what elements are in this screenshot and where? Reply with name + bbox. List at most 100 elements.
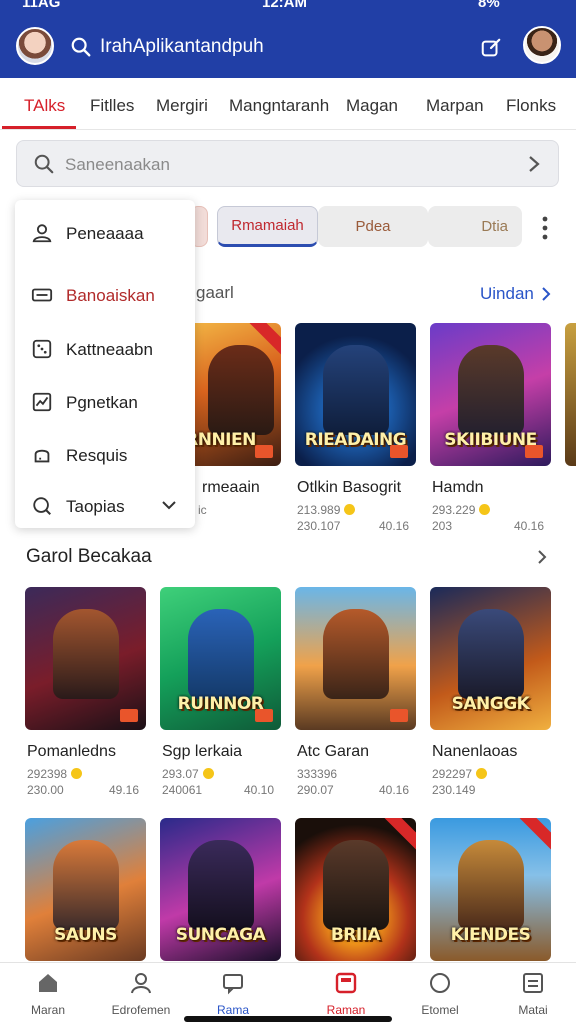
chevron-right-icon[interactable] bbox=[534, 548, 550, 566]
tab-magan[interactable]: Magan bbox=[346, 96, 398, 116]
tab-mergiri[interactable]: Mergiri bbox=[156, 96, 208, 116]
profile-avatar[interactable] bbox=[523, 26, 561, 64]
dice-icon bbox=[32, 339, 52, 359]
menu-item-label: Taopias bbox=[66, 497, 125, 516]
game-stat-primary: 292398 bbox=[27, 767, 83, 781]
menu-item-label: Resquis bbox=[66, 446, 128, 465]
chevron-right-icon[interactable] bbox=[524, 153, 544, 175]
menu-item-label: Banoaiskan bbox=[66, 286, 155, 305]
nav-label: Raman bbox=[326, 1003, 366, 1017]
nav-label: Etomel bbox=[421, 1003, 459, 1017]
menu-item-taopias[interactable]: Taopias bbox=[15, 485, 195, 525]
tab-marpan[interactable]: Marpan bbox=[426, 96, 484, 116]
nav-item-etomel[interactable]: Etomel bbox=[392, 963, 488, 1024]
game-stat-secondary: 240061 bbox=[162, 783, 203, 797]
menu-item-label: Peneaaaa bbox=[66, 224, 144, 243]
game-art-title: KIENDES bbox=[450, 925, 531, 945]
menu-item-peneaaaa[interactable]: Peneaaaa bbox=[15, 212, 195, 252]
menu-item-banoaiskan[interactable]: Banoaiskan bbox=[15, 274, 195, 314]
game-stat-tertiary: 40.16 bbox=[379, 519, 410, 533]
category-tabs: TAlks Fitlles Mergiri Mangntaranh Magan … bbox=[0, 82, 576, 130]
game-thumbnail: SKIIBIUNE bbox=[430, 323, 551, 466]
menu-item-resquis[interactable]: Resquis bbox=[15, 434, 195, 474]
nav-label: Matai bbox=[518, 1003, 548, 1017]
game-stat-secondary: 230.149 bbox=[432, 783, 476, 797]
status-indicators: 8% bbox=[478, 0, 500, 11]
game-stat-primary: 293.229 bbox=[432, 503, 491, 517]
more-options-icon[interactable] bbox=[541, 216, 549, 240]
status-bar: 11AG 12:AM 8% bbox=[0, 0, 576, 14]
game-stat-secondary: 230.00 bbox=[27, 783, 64, 797]
search-bar[interactable]: Saneenaakan bbox=[16, 140, 559, 187]
nav-item-home[interactable]: Maran bbox=[0, 963, 96, 1024]
game-name: Hamdn bbox=[432, 479, 484, 496]
filter-chip-3[interactable]: Pdea bbox=[318, 206, 428, 247]
chevron-right-icon[interactable] bbox=[538, 285, 554, 303]
search-icon[interactable] bbox=[70, 36, 92, 58]
tab-files[interactable]: Fitlles bbox=[90, 96, 134, 116]
nav-label: Rama bbox=[216, 1003, 249, 1017]
search-icon bbox=[33, 497, 51, 515]
game-thumbnail: SAUNS bbox=[25, 818, 146, 961]
filter-chip-4[interactable]: Dtia bbox=[428, 206, 522, 247]
game-art-title: SAUNS bbox=[54, 925, 117, 945]
app-title: IrahAplikantandpuh bbox=[100, 36, 264, 57]
home-indicator[interactable] bbox=[184, 1016, 392, 1022]
game-name: Atc Garan bbox=[297, 743, 370, 760]
card-icon bbox=[31, 288, 53, 302]
game-thumbnail: KIENDES bbox=[430, 818, 551, 961]
game-thumbnail bbox=[25, 587, 146, 730]
home-icon bbox=[39, 974, 57, 992]
search-icon bbox=[34, 154, 54, 174]
chevron-down-icon[interactable] bbox=[161, 497, 177, 513]
image-icon bbox=[32, 392, 52, 412]
game-name: Otlkin Basogrit bbox=[297, 479, 402, 496]
menu-item-label: Pgnetkan bbox=[66, 393, 138, 412]
active-tab-indicator bbox=[2, 126, 76, 129]
app-root: 11AG 12:AM 8% IrahAplikantandpuh TAlks F… bbox=[0, 0, 576, 1024]
nav-item-menu[interactable]: Matai bbox=[485, 963, 576, 1024]
circle-icon bbox=[430, 973, 450, 993]
section-title: Garol Becakaa bbox=[26, 546, 152, 567]
nav-label: Edrofemen bbox=[111, 1003, 171, 1017]
bell-icon bbox=[34, 449, 50, 463]
game-thumbnail: BRIIA bbox=[295, 818, 416, 961]
game-stat-secondary: 290.07 bbox=[297, 783, 334, 797]
see-all-link[interactable]: Uindan bbox=[480, 284, 534, 304]
game-art-title: BRIIA bbox=[330, 925, 381, 945]
search-placeholder: Saneenaakan bbox=[65, 155, 170, 174]
game-art-title: SUNCAGA bbox=[175, 925, 266, 945]
edit-icon[interactable] bbox=[480, 37, 502, 59]
game-stat-secondary: 203 bbox=[432, 519, 453, 533]
game-thumbnail: SANGGK bbox=[430, 587, 551, 730]
profile-icon bbox=[131, 973, 151, 994]
filter-chip-2[interactable]: Rmamaiah bbox=[217, 206, 318, 247]
menu-item-kattneaabn[interactable]: Kattneaabn bbox=[15, 328, 195, 368]
game-thumbnail: RIEADAING bbox=[295, 323, 416, 466]
game-thumbnail bbox=[565, 323, 576, 466]
menu-item-pgnetkan[interactable]: Pgnetkan bbox=[15, 381, 195, 421]
game-stat-tertiary: 49.16 bbox=[109, 783, 140, 797]
dropdown-menu: Peneaaaa Banoaiskan Kattneaabn Pgnetkan bbox=[15, 200, 195, 528]
game-stat-primary: 213.989 bbox=[297, 503, 356, 517]
game-name: Pomanledns bbox=[27, 743, 116, 760]
tab-talks[interactable]: TAlks bbox=[24, 96, 65, 116]
nav-item-store[interactable]: Raman bbox=[298, 963, 394, 1024]
user-icon bbox=[32, 224, 52, 243]
bottom-navigation: Maran Edrofemen Rama Raman Etomel Matai bbox=[0, 962, 576, 1024]
game-art-title: SANGGK bbox=[451, 694, 530, 714]
nav-item-chat[interactable]: Rama bbox=[185, 963, 281, 1024]
menu-item-label: Kattneaabn bbox=[66, 340, 153, 359]
game-name: Sgp lerkaia bbox=[162, 743, 243, 760]
nav-item-profile[interactable]: Edrofemen bbox=[93, 963, 189, 1024]
game-stat-tertiary: 40.16 bbox=[514, 519, 545, 533]
game-stat-tertiary: 40.10 bbox=[244, 783, 275, 797]
game-stat-secondary: 230.107 bbox=[297, 519, 341, 533]
game-thumbnail bbox=[295, 587, 416, 730]
tab-mangntaranh[interactable]: Mangntaranh bbox=[229, 96, 329, 116]
chat-icon bbox=[223, 974, 243, 995]
section-title-partial: gaarl bbox=[196, 283, 234, 302]
tab-flonks[interactable]: Flonks bbox=[506, 96, 556, 116]
app-header: 11AG 12:AM 8% IrahAplikantandpuh bbox=[0, 0, 576, 78]
user-avatar[interactable] bbox=[16, 27, 54, 65]
